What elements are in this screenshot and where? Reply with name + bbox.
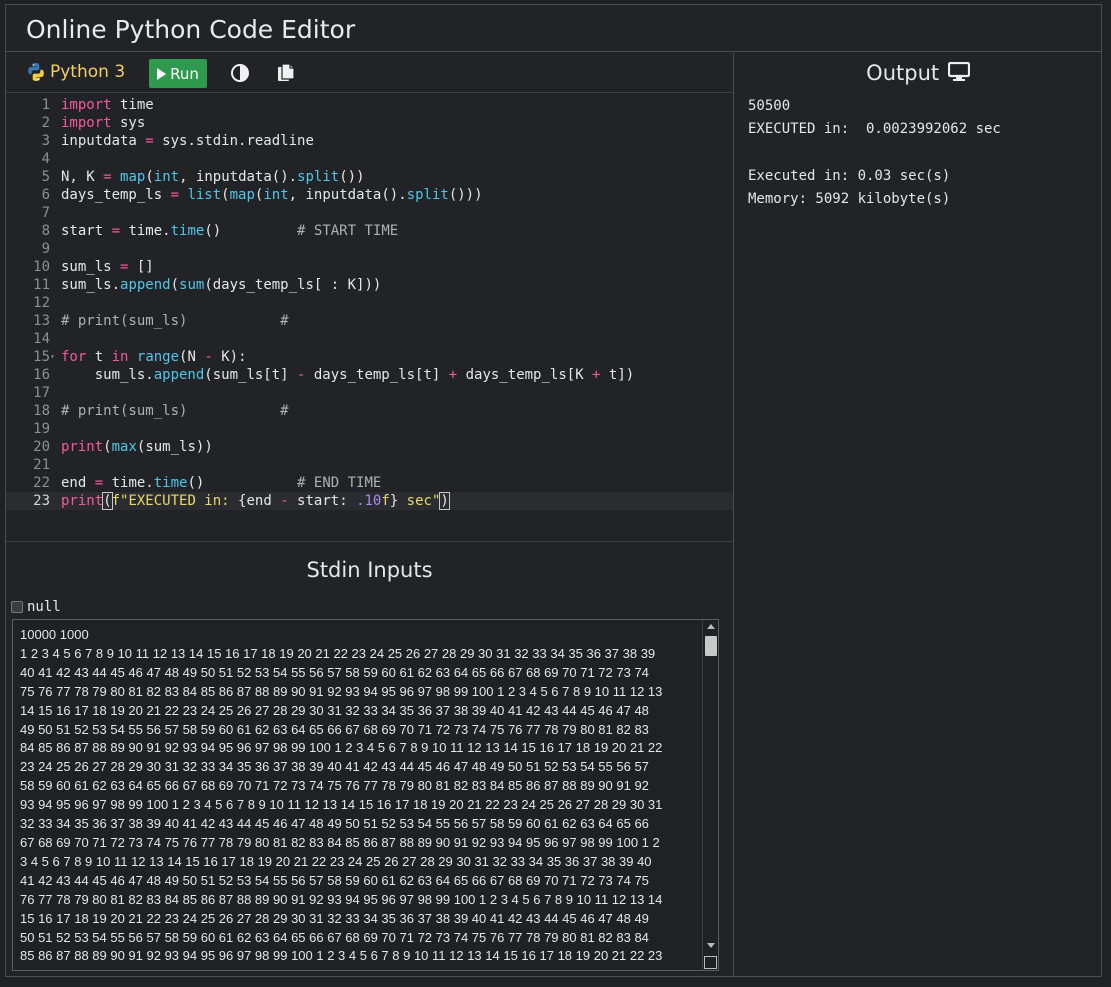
- code-text: print(max(sum_ls)): [61, 439, 213, 455]
- line-number: 19: [33, 421, 50, 437]
- line-number: 15: [33, 349, 50, 365]
- contrast-icon[interactable]: [230, 63, 250, 88]
- line-number: 11: [33, 277, 50, 293]
- stdin-content: 10000 1000 1 2 3 4 5 6 7 8 9 10 11 12 13…: [20, 627, 663, 964]
- language-label: Python 3: [50, 62, 126, 82]
- line-number: 4: [41, 151, 50, 167]
- code-line[interactable]: 1 import time: [6, 96, 733, 114]
- code-text: # print(sum_ls) #: [61, 313, 289, 329]
- code-text: end = time.time() # END TIME: [61, 475, 382, 491]
- code-line[interactable]: 16 sum_ls.append(sum_ls[t] - days_temp_l…: [6, 366, 733, 384]
- code-line[interactable]: 20 print(max(sum_ls)): [6, 438, 733, 456]
- line-number: 5: [41, 169, 50, 185]
- code-line[interactable]: 15 ▾ for t in range(N - K):: [6, 348, 733, 366]
- code-text: inputdata = sys.stdin.readline: [61, 133, 314, 149]
- code-line[interactable]: 8 start = time.time() # START TIME: [6, 222, 733, 240]
- code-line[interactable]: 18 # print(sum_ls) #: [6, 402, 733, 420]
- line-number: 8: [41, 223, 50, 239]
- output-title: Output: [866, 61, 940, 85]
- editor-pane: Python 3 Run 1 import time 2 import sys …: [6, 53, 734, 977]
- line-number: 18: [33, 403, 50, 419]
- code-line[interactable]: 9: [6, 240, 733, 258]
- line-number: 1: [41, 97, 50, 113]
- code-text: N, K = map(int, inputdata().split()): [61, 169, 365, 185]
- line-number: 16: [33, 367, 50, 383]
- code-line[interactable]: 2 import sys: [6, 114, 733, 132]
- line-number: 13: [33, 313, 50, 329]
- resize-handle-icon[interactable]: [704, 956, 717, 969]
- code-text: import sys: [61, 115, 146, 131]
- output-pane: Output 50500 EXECUTED in: 0.0023992062 s…: [735, 53, 1101, 977]
- fold-toggle-icon[interactable]: ▾: [50, 348, 55, 366]
- line-number: 9: [41, 241, 50, 257]
- code-line[interactable]: 11 sum_ls.append(sum(days_temp_ls[ : K])): [6, 276, 733, 294]
- output-content: 50500 EXECUTED in: 0.0023992062 sec Exec…: [748, 98, 1001, 208]
- line-number: 6: [41, 187, 50, 203]
- line-number: 14: [33, 331, 50, 347]
- code-text: import time: [61, 97, 154, 113]
- code-line[interactable]: 3 inputdata = sys.stdin.readline: [6, 132, 733, 150]
- stdin-textarea[interactable]: 10000 1000 1 2 3 4 5 6 7 8 9 10 11 12 13…: [12, 619, 719, 971]
- code-text: sum_ls.append(sum_ls[t] - days_temp_ls[t…: [61, 367, 635, 383]
- code-text: print(f"EXECUTED in: {end - start: .10f}…: [61, 492, 450, 510]
- title-bar: Online Python Code Editor: [6, 5, 1101, 52]
- null-checkbox[interactable]: [11, 601, 23, 613]
- code-text: days_temp_ls = list(map(int, inputdata()…: [61, 187, 483, 203]
- line-number: 21: [33, 457, 50, 473]
- stdin-title: Stdin Inputs: [306, 558, 433, 582]
- code-line[interactable]: 4: [6, 150, 733, 168]
- code-line[interactable]: 10 sum_ls = []: [6, 258, 733, 276]
- run-label: Run: [170, 64, 199, 83]
- python-logo-icon: [28, 63, 44, 81]
- output-header: Output: [735, 61, 1101, 85]
- line-number: 22: [33, 475, 50, 491]
- run-button[interactable]: Run: [149, 59, 207, 88]
- code-text: # print(sum_ls) #: [61, 403, 289, 419]
- editor-toolbar: Python 3 Run: [6, 53, 733, 93]
- line-number: 2: [41, 115, 50, 131]
- language-selector[interactable]: Python 3: [26, 62, 125, 82]
- code-line[interactable]: 5 N, K = map(int, inputdata().split()): [6, 168, 733, 186]
- code-text: for t in range(N - K):: [61, 349, 247, 365]
- monitor-icon: [947, 61, 970, 81]
- code-line[interactable]: 17: [6, 384, 733, 402]
- code-line[interactable]: 22 end = time.time() # END TIME: [6, 474, 733, 492]
- code-line[interactable]: 13 # print(sum_ls) #: [6, 312, 733, 330]
- line-number: 23: [33, 493, 50, 509]
- code-line[interactable]: 23 print(f"EXECUTED in: {end - start: .10…: [6, 492, 733, 510]
- line-number: 3: [41, 133, 50, 149]
- code-line[interactable]: 19: [6, 420, 733, 438]
- line-number: 7: [41, 205, 50, 221]
- null-checkbox-row[interactable]: null: [11, 599, 61, 615]
- scroll-down-icon[interactable]: [707, 943, 715, 948]
- stdin-scrollbar[interactable]: [702, 620, 718, 970]
- app-title: Online Python Code Editor: [26, 15, 356, 44]
- line-number: 12: [33, 295, 50, 311]
- copy-icon[interactable]: [277, 63, 295, 88]
- play-icon: [157, 67, 167, 80]
- code-line[interactable]: 21: [6, 456, 733, 474]
- line-number: 10: [33, 259, 50, 275]
- code-line[interactable]: 12: [6, 294, 733, 312]
- scroll-thumb[interactable]: [705, 636, 717, 656]
- line-number: 20: [33, 439, 50, 455]
- scroll-up-icon[interactable]: [707, 624, 715, 629]
- line-number: 17: [33, 385, 50, 401]
- code-text: sum_ls = []: [61, 259, 154, 275]
- code-line[interactable]: 6 days_temp_ls = list(map(int, inputdata(…: [6, 186, 733, 204]
- code-editor[interactable]: 1 import time 2 import sys 3 inputdata = sys.…: [6, 94, 733, 542]
- app-window: Online Python Code Editor Python 3 Run 1…: [5, 4, 1102, 977]
- code-line[interactable]: 14: [6, 330, 733, 348]
- null-label: null: [27, 599, 61, 615]
- code-text: start = time.time() # START TIME: [61, 223, 399, 239]
- code-text: sum_ls.append(sum(days_temp_ls[ : K])): [61, 277, 382, 293]
- code-line[interactable]: 7: [6, 204, 733, 222]
